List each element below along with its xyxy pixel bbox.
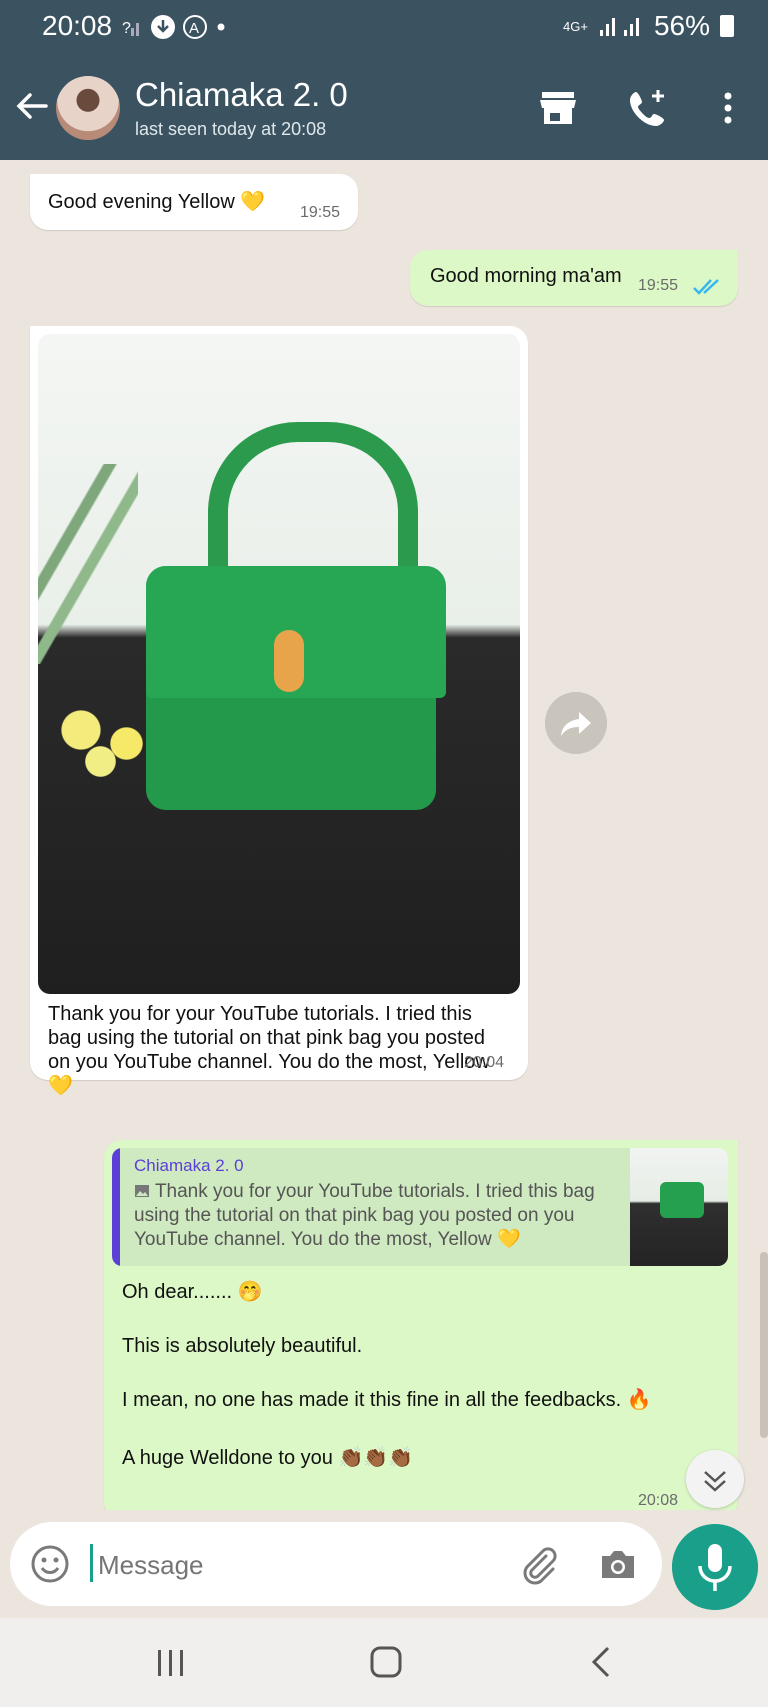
auto-a-icon: A [183, 15, 207, 39]
home-icon[interactable] [364, 1640, 408, 1684]
svg-text:?: ? [122, 20, 131, 37]
bag-photo[interactable] [38, 334, 520, 994]
scroll-to-bottom-icon[interactable] [686, 1450, 744, 1508]
attach-icon[interactable] [516, 1542, 560, 1586]
incoming-image-message[interactable]: Thank you for your YouTube tutorials. I … [30, 326, 528, 1097]
contact-name[interactable]: Chiamaka 2. 0 [135, 76, 348, 114]
status-time: 20:08 [42, 10, 113, 41]
text-cursor [90, 1544, 93, 1582]
photo-bag-clasp [274, 630, 304, 692]
emoji-icon[interactable] [30, 1544, 70, 1584]
recent-apps-icon[interactable] [150, 1642, 190, 1682]
signal-question-icon: ? [122, 20, 139, 37]
message-time: 19:55 [300, 204, 341, 221]
message-text: Good evening Yellow 💛 [48, 191, 266, 213]
quote-thumbnail [630, 1148, 728, 1266]
status-right: 4G+ 56% [563, 10, 734, 42]
network-type: 4G+ [563, 18, 588, 34]
svg-text:A: A [189, 20, 199, 37]
outgoing-reply-message[interactable]: Chiamaka 2. 0 Thank you for your YouTube… [104, 1140, 738, 1510]
back-nav-icon[interactable] [580, 1640, 624, 1684]
message-input[interactable] [96, 1542, 500, 1588]
compose-bar [10, 1522, 662, 1606]
add-call-icon[interactable] [626, 86, 670, 130]
avatar[interactable] [56, 76, 120, 140]
signal-icon [599, 18, 639, 36]
download-icon [151, 15, 175, 39]
reply-line-1: Oh dear....... 🤭 [122, 1281, 263, 1303]
status-left-icons: ? A [122, 14, 228, 40]
photo-flowers [42, 694, 172, 784]
more-vert-icon[interactable] [706, 86, 750, 130]
quoted-message[interactable]: Chiamaka 2. 0 Thank you for your YouTube… [112, 1148, 728, 1266]
message-time: 20:08 [638, 1492, 679, 1509]
reply-line-2: This is absolutely beautiful. [122, 1335, 363, 1357]
status-bar: 20:08 ? A 4G+ 56% [0, 0, 768, 56]
quote-accent-bar [112, 1148, 120, 1266]
image-icon [135, 1185, 149, 1197]
reply-line-3: I mean, no one has made it this fine in … [122, 1389, 652, 1411]
camera-icon[interactable] [596, 1542, 640, 1586]
message-time: 19:55 [638, 277, 679, 294]
quote-author: Chiamaka 2. 0 [134, 1156, 244, 1175]
reply-line-4: A huge Welldone to you 👏🏾👏🏾👏🏾 [122, 1447, 414, 1469]
image-caption: Thank you for your YouTube tutorials. I … [48, 1003, 490, 1097]
chat-header: Chiamaka 2. 0 last seen today at 20:08 [0, 56, 768, 160]
read-ticks-icon [693, 279, 719, 295]
battery-icon [720, 15, 734, 37]
scrollbar[interactable] [760, 1252, 768, 1438]
chat-area[interactable]: Good evening Yellow 💛 19:55 Good morning… [0, 160, 768, 1510]
forward-icon[interactable] [545, 692, 607, 754]
mic-button[interactable] [672, 1524, 758, 1610]
message-text: Good morning ma'am [430, 265, 622, 287]
contact-status: last seen today at 20:08 [135, 119, 327, 139]
battery-percent: 56% [653, 10, 710, 41]
outgoing-message[interactable]: Good morning ma'am 19:55 [410, 250, 738, 306]
dot-icon [217, 23, 225, 31]
incoming-message[interactable]: Good evening Yellow 💛 19:55 [30, 174, 358, 230]
message-time: 20:04 [464, 1054, 505, 1071]
quote-text-content: Thank you for your YouTube tutorials. I … [134, 1181, 595, 1250]
system-nav-bar [0, 1618, 768, 1707]
quote-text: Thank you for your YouTube tutorials. I … [134, 1180, 604, 1252]
store-icon[interactable] [536, 86, 580, 130]
photo-leaves [38, 464, 138, 664]
back-arrow-icon[interactable] [12, 86, 52, 126]
